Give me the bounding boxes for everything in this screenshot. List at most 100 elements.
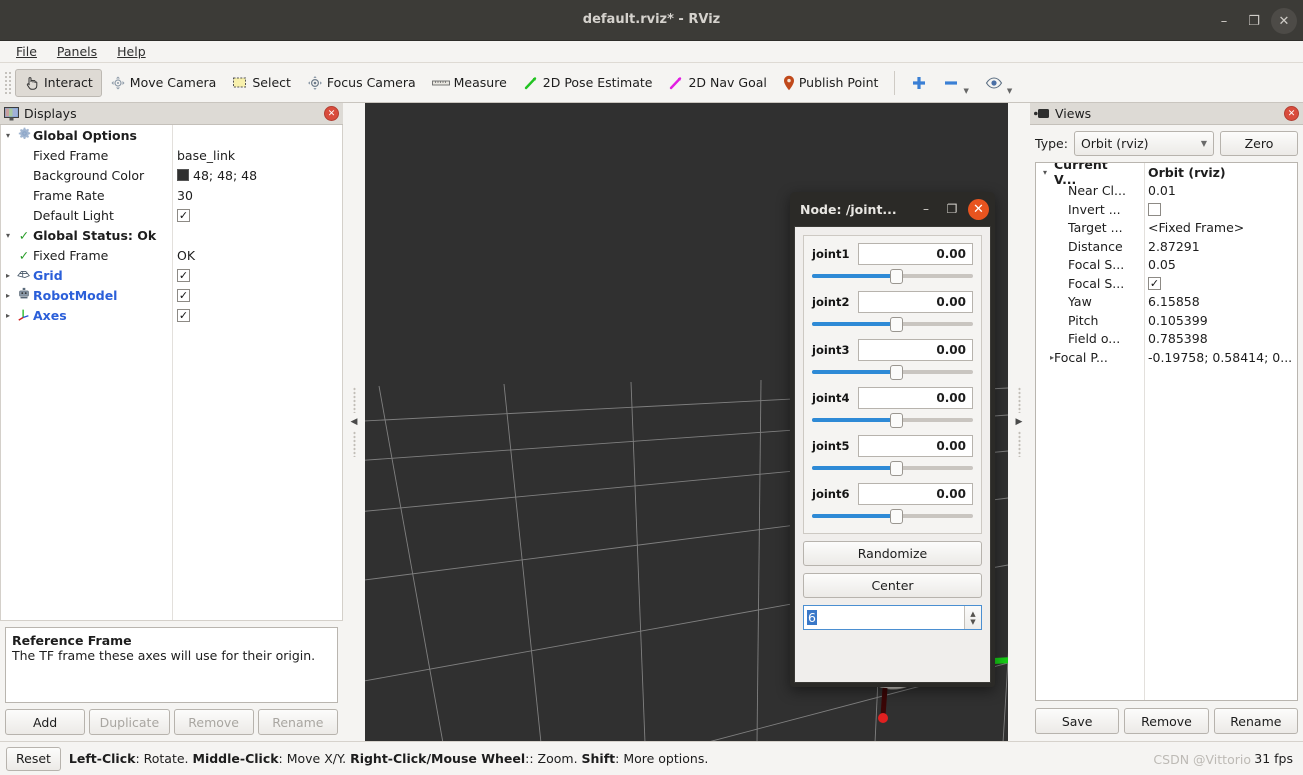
views-value-distance[interactable]: 2.87291 [1148,239,1200,254]
views-value-invert-z-wrap[interactable] [1148,202,1161,216]
views-row-focal-shape-size[interactable]: Focal S... 0.05 [1036,256,1297,275]
right-splitter[interactable]: ▶ [1008,103,1030,741]
views-type-select[interactable]: Orbit (rviz) ▼ [1073,131,1214,156]
focal-shape-fixed-checkbox[interactable]: ✓ [1148,276,1161,290]
views-row-field-of-view[interactable]: Field o... 0.785398 [1036,330,1297,349]
tool-visibility[interactable]: ▼ [977,69,1020,97]
display-value-robotmodel-wrap[interactable]: ✓ [177,288,190,302]
tool-measure[interactable]: Measure [424,69,515,97]
views-value-focal-shape-size[interactable]: 0.05 [1148,257,1176,272]
joint-dialog-close-icon[interactable]: ✕ [968,198,989,220]
display-row-background-color[interactable]: Background Color 48; 48; 48 [1,165,342,185]
tool-remove-minus[interactable]: ▼ [935,69,976,97]
display-row-frame-rate[interactable]: Frame Rate 30 [1,185,342,205]
add-button[interactable]: Add [5,709,86,735]
display-value-frame-rate[interactable]: 30 [177,188,193,203]
joint1-slider-handle[interactable] [889,269,903,284]
views-row-near-clip[interactable]: Near Cl... 0.01 [1036,182,1297,201]
views-row-current-view[interactable]: ▾ Current V... Orbit (rviz) [1036,163,1297,187]
views-row-target-frame[interactable]: Target ... <Fixed Frame> [1036,219,1297,238]
views-value-focal-shape-fixed-wrap[interactable]: ✓ [1148,276,1161,290]
displays-close-icon[interactable]: ✕ [324,106,339,121]
views-remove-button[interactable]: Remove [1124,708,1209,734]
views-rename-button[interactable]: Rename [1213,708,1298,734]
spin-down-icon[interactable]: ▼ [970,618,975,626]
views-expand-arrow-icon-2[interactable]: ▸ [1036,353,1054,362]
joint3-input[interactable]: 0.00 [858,339,973,361]
display-value-axes-wrap[interactable]: ✓ [177,308,190,322]
views-value-pitch[interactable]: 0.105399 [1148,313,1208,328]
tool-focus-camera[interactable]: Focus Camera [299,69,424,97]
views-row-distance[interactable]: Distance 2.87291 [1036,237,1297,256]
joint4-input[interactable]: 0.00 [858,387,973,409]
display-row-default-light[interactable]: Default Light ✓ [1,205,342,225]
joint-dialog-maximize-icon[interactable]: ❐ [942,199,962,219]
tool-publish-point[interactable]: Publish Point [775,69,887,97]
toolbar-grip[interactable] [4,70,13,95]
display-row-axes[interactable]: ▸ Axes ✓ [1,305,342,325]
displays-tree[interactable]: ▾ Global Options Fixed Frame base_link B… [0,125,343,621]
display-value-default-light-wrap[interactable]: ✓ [177,208,190,222]
joint2-slider-handle[interactable] [889,317,903,332]
joint1-input[interactable]: 0.00 [858,243,973,265]
spin-up-icon[interactable]: ▲ [970,610,975,618]
robotmodel-checkbox[interactable]: ✓ [177,288,190,302]
joint6-input[interactable]: 0.00 [858,483,973,505]
expand-arrow-icon[interactable]: ▾ [1,131,15,140]
joint3-slider-handle[interactable] [889,365,903,380]
expand-arrow-icon-5[interactable]: ▸ [1,311,15,320]
views-value-near-clip[interactable]: 0.01 [1148,183,1176,198]
tool-2d-pose-estimate[interactable]: 2D Pose Estimate [515,69,661,97]
joint4-slider-handle[interactable] [889,413,903,428]
close-icon[interactable]: ✕ [1271,8,1297,34]
display-row-grid[interactable]: ▸ Grid ✓ [1,265,342,285]
menu-panels[interactable]: Panels [49,42,105,61]
display-value-fixed-frame[interactable]: base_link [177,148,235,163]
spinbox-arrows[interactable]: ▲ ▼ [964,606,981,629]
joint6-slider[interactable] [812,508,973,524]
display-value-grid-wrap[interactable]: ✓ [177,268,190,282]
tool-2d-nav-goal[interactable]: 2D Nav Goal [660,69,774,97]
views-row-invert-z[interactable]: Invert ... [1036,200,1297,219]
joint6-slider-handle[interactable] [889,509,903,524]
joint5-input[interactable]: 0.00 [858,435,973,457]
menu-help[interactable]: Help [109,42,154,61]
views-value-focal-point[interactable]: -0.19758; 0.58414; 0... [1148,350,1292,365]
maximize-icon[interactable]: ❐ [1241,8,1267,34]
joint3-slider[interactable] [812,364,973,380]
expand-arrow-icon-3[interactable]: ▸ [1,271,15,280]
views-save-button[interactable]: Save [1035,708,1120,734]
display-row-global-options[interactable]: ▾ Global Options [1,125,342,145]
display-row-fixed-frame[interactable]: Fixed Frame base_link [1,145,342,165]
randomize-button[interactable]: Randomize [803,541,982,566]
tool-interact[interactable]: Interact [15,68,102,97]
display-row-status-fixed-frame[interactable]: ✓ Fixed Frame OK [1,245,342,265]
collapse-right-arrow-icon[interactable]: ▶ [1016,417,1023,427]
left-splitter[interactable]: ◀ [343,103,365,741]
expand-arrow-icon-2[interactable]: ▾ [1,231,15,240]
axes-checkbox[interactable]: ✓ [177,308,190,322]
joint2-slider[interactable] [812,316,973,332]
views-value-target-frame[interactable]: <Fixed Frame> [1148,220,1244,235]
joint1-slider[interactable] [812,268,973,284]
views-row-yaw[interactable]: Yaw 6.15858 [1036,293,1297,312]
views-tree[interactable]: ▾ Current V... Orbit (rviz) Near Cl... 0… [1035,162,1298,701]
menu-file[interactable]: File [8,42,45,61]
views-value-field-of-view[interactable]: 0.785398 [1148,331,1208,346]
tool-move-camera[interactable]: Move Camera [102,69,225,97]
minimize-icon[interactable]: – [1211,8,1237,34]
chevron-down-icon-2[interactable]: ▼ [1007,87,1012,95]
default-light-checkbox[interactable]: ✓ [177,208,190,222]
display-value-background-color-wrap[interactable]: 48; 48; 48 [177,168,257,183]
views-expand-arrow-icon[interactable]: ▾ [1036,168,1054,177]
joint2-input[interactable]: 0.00 [858,291,973,313]
chevron-down-icon[interactable]: ▼ [963,87,968,95]
tool-select[interactable]: Select [224,69,299,97]
joint-count-spinbox[interactable]: 6 ▲ ▼ [803,605,982,630]
tool-add-plus[interactable] [903,69,935,97]
collapse-left-arrow-icon[interactable]: ◀ [351,417,358,427]
joint-state-publisher-dialog[interactable]: Node: /joint... – ❐ ✕ joint1 0.00 joint2… [790,192,995,687]
zero-button[interactable]: Zero [1220,131,1298,156]
joint5-slider-handle[interactable] [889,461,903,476]
expand-arrow-icon-4[interactable]: ▸ [1,291,15,300]
